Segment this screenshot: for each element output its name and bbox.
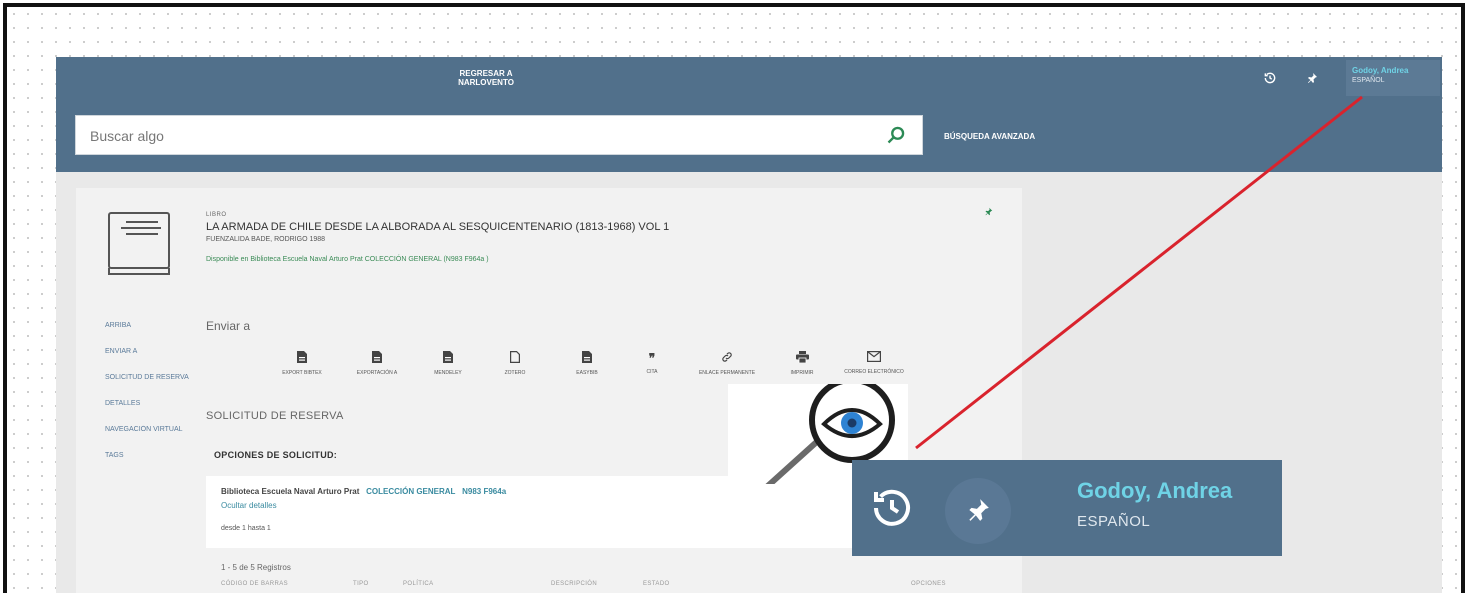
section-nav-item[interactable]: TAGS xyxy=(105,451,205,477)
mendeley-button[interactable]: MENDELEY xyxy=(412,351,484,376)
user-name[interactable]: Godoy, Andrea xyxy=(1077,478,1232,504)
file-icon xyxy=(412,351,484,366)
action-label: CITA xyxy=(646,369,658,375)
document-icon xyxy=(479,351,551,366)
record-title[interactable]: LA ARMADA DE CHILE DESDE LA ALBORADA AL … xyxy=(206,221,669,233)
section-nav-item[interactable]: ENVIAR A xyxy=(105,347,205,373)
column-header: POLÍTICA xyxy=(403,581,434,587)
availability-status[interactable]: Disponible en Biblioteca Escuela Naval A… xyxy=(206,256,489,263)
book-icon xyxy=(106,210,172,278)
language-selector[interactable]: ESPAÑOL xyxy=(1077,513,1150,530)
quote-icon: ❞ xyxy=(648,351,656,365)
section-nav-item[interactable]: ARRIBA xyxy=(105,321,205,347)
record-type: LIBRO xyxy=(206,212,227,218)
request-options-heading: OPCIONES DE SOLICITUD: xyxy=(214,450,338,460)
file-icon xyxy=(551,351,623,366)
pin-record-icon[interactable] xyxy=(984,206,993,220)
user-name: Godoy, Andrea xyxy=(1352,66,1409,75)
permalink-button[interactable]: ENLACE PERMANENTE xyxy=(691,351,763,376)
hide-details-link[interactable]: Ocultar detalles xyxy=(221,501,277,510)
pin-button[interactable] xyxy=(945,478,1011,544)
range-text: desde 1 hasta 1 xyxy=(221,525,271,532)
pin-icon xyxy=(965,494,991,531)
link-icon xyxy=(691,351,763,366)
email-button[interactable]: CORREO ELECTRÓNICO xyxy=(838,351,910,375)
action-label: MENDELEY xyxy=(434,370,462,376)
search-band: BÚSQUEDA AVANZADA xyxy=(56,105,1442,172)
print-button[interactable]: IMPRIMIR xyxy=(766,351,838,376)
column-header: DESCRIPCIÓN xyxy=(551,581,598,587)
action-label: EXPORTACIÓN A xyxy=(356,370,398,376)
print-icon xyxy=(766,351,838,366)
send-to-heading: Enviar a xyxy=(206,319,251,333)
holding-location: Biblioteca Escuela Naval Arturo Prat COL… xyxy=(221,487,506,496)
easybib-button[interactable]: EASYBIB xyxy=(551,351,623,376)
action-label: EASYBIB xyxy=(576,370,598,376)
section-nav: ARRIBA ENVIAR A SOLICITUD DE RESERVA DET… xyxy=(105,321,205,477)
action-label: ENLACE PERMANENTE xyxy=(698,370,756,376)
zotero-button[interactable]: ZOTERO xyxy=(479,351,551,376)
reservation-heading: SOLICITUD DE RESERVA xyxy=(206,410,344,422)
send-to-actions: EXPORT BIBTEX EXPORTACIÓN A MENDELEY ZOT… xyxy=(266,351,966,381)
search-box xyxy=(75,115,923,155)
column-header: OPCIONES xyxy=(911,581,946,587)
action-label: ZOTERO xyxy=(504,370,526,376)
library-name: Biblioteca Escuela Naval Arturo Prat xyxy=(221,487,360,496)
pin-icon[interactable] xyxy=(1306,71,1318,88)
top-bar: REGRESAR A NARLOVENTO Godoy, Andrea ESPA… xyxy=(56,57,1442,105)
action-label: EXPORT BIBTEX xyxy=(282,370,322,376)
search-input[interactable] xyxy=(90,126,850,146)
mail-icon xyxy=(838,351,910,365)
history-icon[interactable] xyxy=(1263,71,1277,88)
collection-name: COLECCIÓN GENERAL xyxy=(366,487,456,496)
column-header: TIPO xyxy=(353,581,369,587)
action-label: IMPRIMIR xyxy=(790,370,814,376)
user-menu[interactable]: Godoy, Andrea ESPAÑOL xyxy=(1346,60,1440,96)
column-header: ESTADO xyxy=(643,581,670,587)
record-author[interactable]: FUENZALIDA BADE, RODRIGO 1988 xyxy=(206,236,325,243)
advanced-search-link[interactable]: BÚSQUEDA AVANZADA xyxy=(944,132,1035,141)
records-count: 1 - 5 de 5 Registros xyxy=(221,563,291,572)
section-nav-item[interactable]: NAVEGACIÓN VIRTUAL xyxy=(105,425,205,451)
cite-button[interactable]: ❞ CITA xyxy=(616,351,688,375)
action-label: CORREO ELECTRÓNICO xyxy=(844,369,904,375)
column-header: CÓDIGO DE BARRAS xyxy=(221,581,289,587)
history-icon[interactable] xyxy=(868,484,916,532)
section-nav-item[interactable]: DETALLES xyxy=(105,399,205,425)
section-nav-item[interactable]: SOLICITUD DE RESERVA xyxy=(105,373,205,399)
file-icon xyxy=(266,351,338,366)
file-icon xyxy=(341,351,413,366)
back-link[interactable]: REGRESAR A NARLOVENTO xyxy=(436,69,536,87)
items-table-header: CÓDIGO DE BARRAS TIPO POLÍTICA DESCRIPCI… xyxy=(221,581,1001,593)
language-selector[interactable]: ESPAÑOL xyxy=(1352,76,1434,85)
export-button[interactable]: EXPORTACIÓN A xyxy=(341,351,413,376)
search-icon[interactable] xyxy=(886,125,906,145)
call-number: N983 F964a xyxy=(462,487,507,496)
export-bibtex-button[interactable]: EXPORT BIBTEX xyxy=(266,351,338,376)
zoomed-user-panel: Godoy, Andrea ESPAÑOL xyxy=(852,460,1282,556)
